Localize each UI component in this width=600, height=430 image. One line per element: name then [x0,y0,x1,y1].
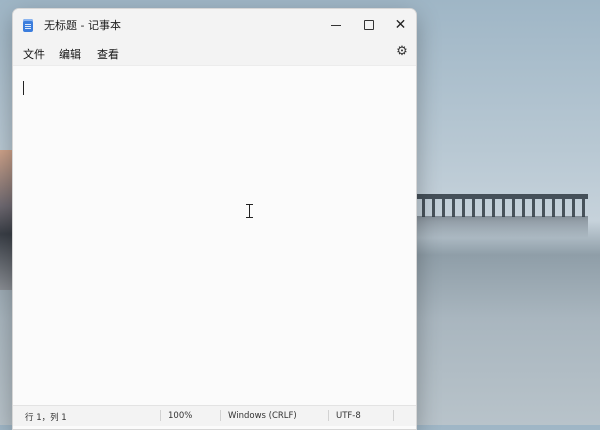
menu-edit[interactable]: 编辑 [59,46,81,62]
status-line-ending: Windows (CRLF) [228,411,297,421]
text-caret [23,81,24,95]
status-encoding: UTF-8 [336,411,361,421]
gear-icon[interactable]: ⚙ [395,45,409,59]
close-button[interactable]: ✕ [384,9,416,41]
window-title: 无标题 - 记事本 [44,19,121,32]
notepad-window: 无标题 - 记事本 ✕ 文件 编辑 查看 ⚙ 行 1，列 1 100% Wind… [12,8,417,430]
menu-view[interactable]: 查看 [97,46,119,62]
text-editor[interactable] [13,65,416,413]
notepad-icon [23,19,33,32]
minimize-button[interactable] [319,9,352,41]
status-bar: 行 1，列 1 100% Windows (CRLF) UTF-8 [13,405,416,426]
status-cursor-position: 行 1，列 1 [25,413,67,423]
menu-file[interactable]: 文件 [23,46,45,62]
status-divider [393,410,394,421]
minimize-icon [330,24,341,26]
title-bar[interactable]: 无标题 - 记事本 ✕ [13,9,416,41]
pier-legs [412,199,588,217]
text-cursor-icon [246,204,254,218]
status-divider [328,410,329,421]
wallpaper-left-strip [0,150,12,290]
status-zoom: 100% [168,411,193,421]
maximize-button[interactable] [352,9,385,41]
pier-image [412,188,588,218]
pier-reflection [412,216,588,238]
menu-bar: 文件 编辑 查看 [13,41,416,65]
close-icon: ✕ [394,17,407,33]
status-divider [220,410,221,421]
maximize-icon [363,20,374,30]
status-divider [160,410,161,421]
